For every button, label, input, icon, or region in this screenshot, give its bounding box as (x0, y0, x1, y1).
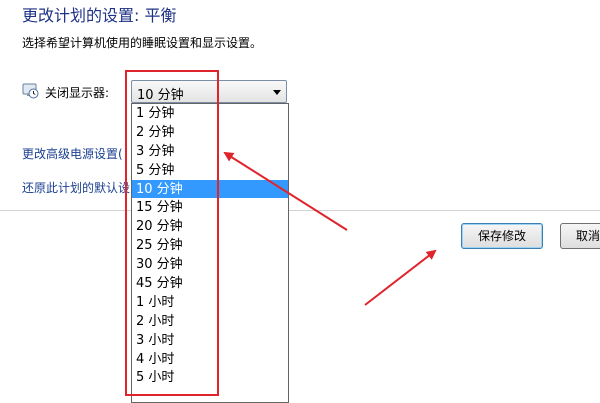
restore-defaults-link[interactable]: 还原此计划的默认设 (22, 179, 130, 196)
monitor-clock-icon (22, 83, 39, 99)
annotation-arrows (223, 151, 437, 306)
page-description: 选择希望计算机使用的睡眠设置和显示设置。 (22, 36, 263, 50)
chevron-down-icon (273, 90, 281, 95)
cancel-button[interactable]: 取消 (560, 223, 600, 249)
annotation-arrow-to-save (364, 249, 437, 306)
annotation-highlight-box (125, 70, 219, 396)
separator-line (0, 210, 600, 211)
page-title: 更改计划的设置: 平衡 (22, 6, 177, 25)
advanced-power-settings-link[interactable]: 更改高级电源设置( (22, 145, 123, 162)
save-changes-button[interactable]: 保存修改 (461, 223, 543, 249)
turn-off-display-label: 关闭显示器: (45, 86, 110, 100)
